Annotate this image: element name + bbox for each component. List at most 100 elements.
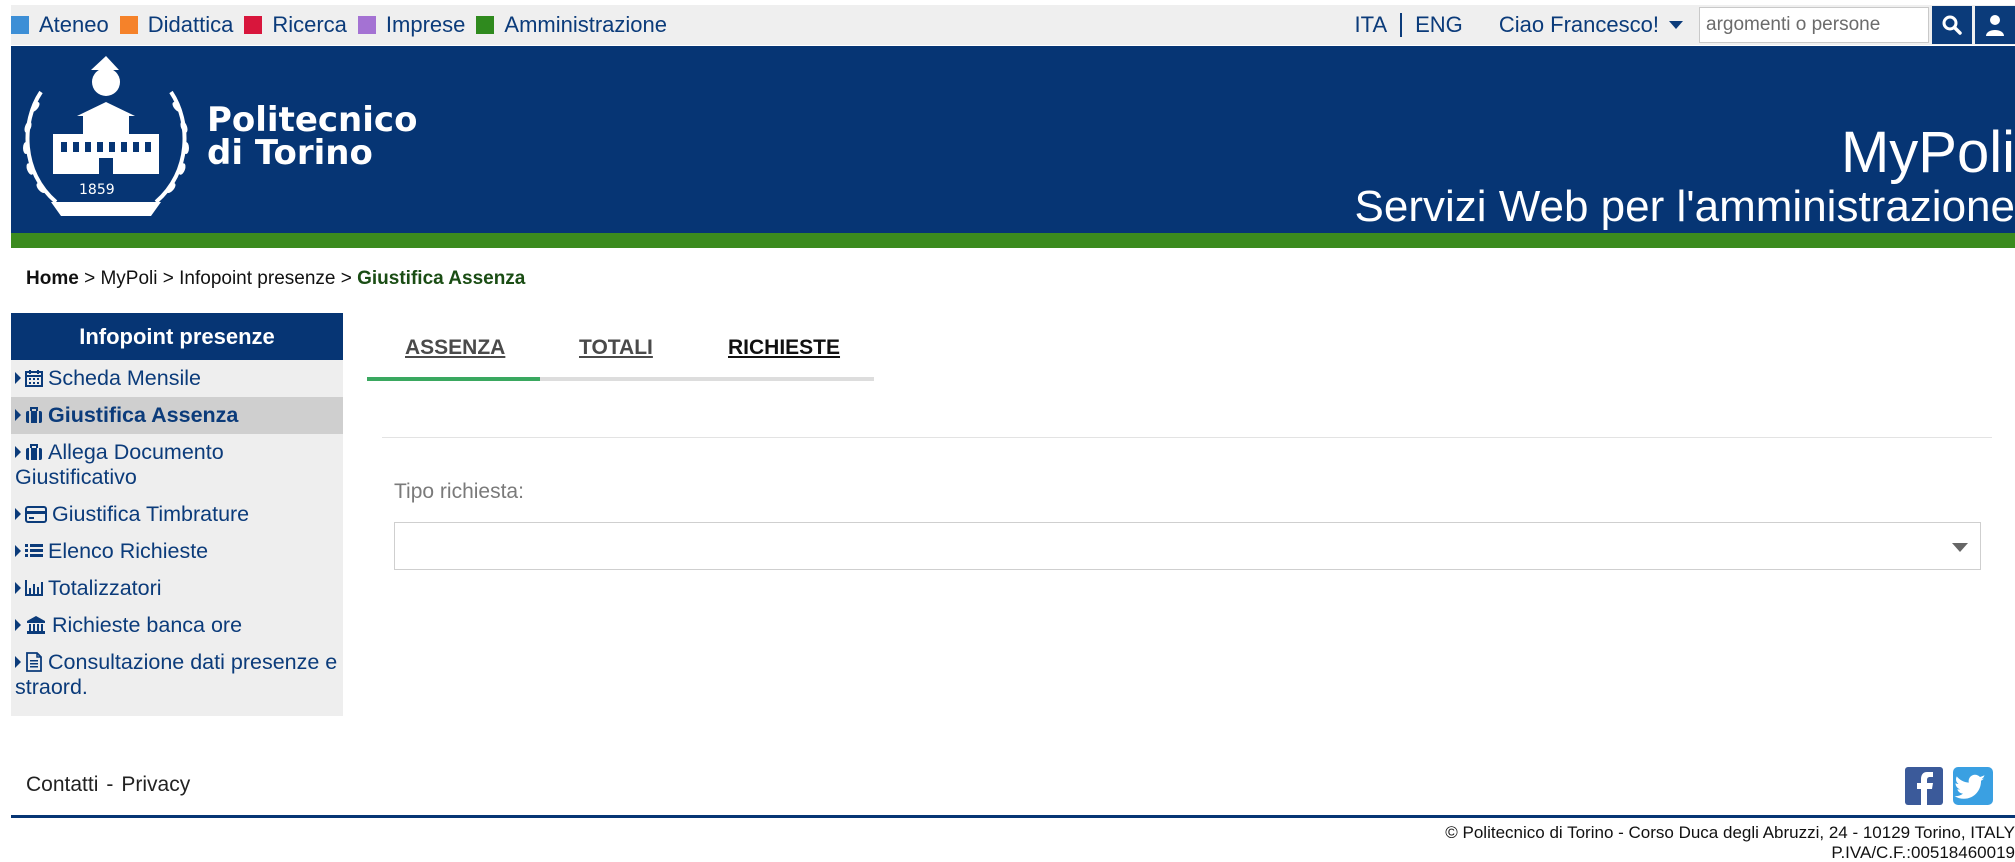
ateneo-square-icon (11, 16, 29, 34)
topnav-amministrazione[interactable]: Amministrazione (476, 12, 667, 38)
amministrazione-square-icon (476, 16, 495, 34)
user-greeting[interactable]: Ciao Francesco! (1499, 12, 1659, 38)
bank-icon (27, 616, 45, 634)
logo-line-2: di Torino (207, 133, 373, 173)
sidebar-item-label: Allega Documento Giustificativo (15, 440, 224, 489)
breadcrumb-infopoint[interactable]: Infopoint presenze (179, 268, 335, 289)
tipo-richiesta-select[interactable] (394, 522, 1981, 570)
caret-right-icon (15, 619, 21, 631)
twitter-button[interactable] (1953, 767, 1993, 805)
facebook-button[interactable] (1905, 767, 1943, 805)
credit-card-icon (25, 506, 47, 523)
search-icon (1942, 15, 1962, 35)
breadcrumb-sep: > (78, 268, 101, 289)
breadcrumb: Home > MyPoli > Infopoint presenze > Giu… (26, 268, 525, 290)
sidebar-item-giustifica-assenza[interactable]: Giustifica Assenza (11, 397, 343, 434)
calendar-icon (25, 370, 43, 387)
footer-dash: - (106, 773, 114, 796)
caret-right-icon (15, 446, 21, 458)
header-accent-bar (11, 233, 2015, 248)
bar-chart-icon (25, 580, 43, 596)
search-input[interactable] (1699, 7, 1929, 43)
tipo-richiesta-label: Tipo richiesta: (394, 480, 524, 503)
topnav-imprese-label[interactable]: Imprese (386, 12, 465, 38)
dropdown-arrow-icon[interactable] (1952, 543, 1968, 552)
breadcrumb-current: Giustifica Assenza (357, 268, 526, 289)
lang-divider (1400, 13, 1403, 37)
logo-wordmark[interactable]: Politecnico di Torino (207, 103, 417, 173)
sidebar-item-label: Richieste banca ore (52, 613, 243, 637)
sidebar-item-label: Consultazione dati presenze e straord. (15, 650, 338, 699)
user-icon (1986, 15, 2004, 36)
sidebar-item-allega-documento[interactable]: Allega Documento Giustificativo (11, 434, 343, 496)
facebook-icon (1917, 772, 1933, 805)
caret-right-icon (15, 582, 21, 594)
sidebar-item-label: Elenco Richieste (48, 539, 209, 563)
site-header: 1859 Politecnico di Torino MyPoli Serviz… (11, 46, 2015, 233)
tab-totali[interactable]: TOTALI (579, 336, 653, 360)
active-tab-indicator (367, 377, 540, 381)
topnav-imprese[interactable]: Imprese (357, 12, 465, 38)
sidebar-item-banca-ore[interactable]: Richieste banca ore (11, 607, 343, 644)
breadcrumb-sep: > (335, 268, 358, 289)
sidebar-item-label: Giustifica Assenza (48, 403, 239, 427)
caret-right-icon (15, 656, 21, 668)
tab-bar: ASSENZA TOTALI RICHIESTE (367, 332, 874, 381)
didattica-square-icon (119, 16, 138, 34)
topnav-ateneo-label[interactable]: Ateneo (39, 12, 109, 38)
imprese-square-icon (357, 16, 376, 34)
sidebar-item-label: Giustifica Timbrature (52, 502, 250, 526)
top-bar: Ateneo Didattica Ricerca Imprese Amminis… (11, 5, 2015, 45)
app-title: MyPoli (1840, 120, 2015, 185)
topnav-didattica-label[interactable]: Didattica (148, 12, 234, 38)
twitter-icon (1954, 774, 1986, 799)
sidebar: Infopoint presenze Scheda Mensile Giusti… (11, 313, 343, 716)
footer-divider (11, 815, 2015, 818)
sidebar-item-totalizzatori[interactable]: Totalizzatori (11, 570, 343, 607)
sidebar-item-consultazione-dati[interactable]: Consultazione dati presenze e straord. (11, 644, 343, 706)
footer-links: Contatti - Privacy (26, 773, 190, 797)
user-button[interactable] (1975, 6, 2015, 44)
sidebar-item-giustifica-timbrature[interactable]: Giustifica Timbrature (11, 496, 343, 533)
tab-assenza[interactable]: ASSENZA (405, 336, 505, 360)
tab-richieste[interactable]: RICHIESTE (728, 336, 840, 360)
politecnico-logo[interactable]: 1859 (11, 52, 201, 232)
topnav-didattica[interactable]: Didattica (119, 12, 234, 38)
logo-year: 1859 (79, 182, 115, 198)
breadcrumb-home[interactable]: Home (26, 268, 79, 289)
sidebar-item-label: Scheda Mensile (48, 366, 201, 390)
lang-ita-link[interactable]: ITA (1355, 12, 1388, 38)
top-right-tools: ITA ENG Ciao Francesco! (1355, 5, 2015, 45)
sidebar-item-scheda-mensile[interactable]: Scheda Mensile (11, 360, 343, 397)
social-links (1905, 767, 1993, 805)
content-divider (382, 437, 1992, 438)
footer-contatti-link[interactable]: Contatti (26, 773, 98, 796)
caret-right-icon (15, 409, 21, 421)
topnav-amministrazione-label[interactable]: Amministrazione (504, 12, 667, 38)
list-icon (25, 544, 43, 557)
topnav-ricerca-label[interactable]: Ricerca (272, 12, 347, 38)
briefcase-icon (26, 444, 42, 460)
sidebar-item-elenco-richieste[interactable]: Elenco Richieste (11, 533, 343, 570)
document-icon (26, 652, 42, 672)
ricerca-square-icon (244, 16, 263, 34)
search-button[interactable] (1932, 6, 1972, 44)
caret-right-icon (15, 545, 21, 557)
top-nav: Ateneo Didattica Ricerca Imprese Amminis… (11, 5, 678, 45)
breadcrumb-sep: > (157, 268, 180, 289)
politecnico-seal-icon (23, 56, 189, 216)
user-menu[interactable]: Ciao Francesco! (1499, 12, 1699, 38)
caret-right-icon (15, 372, 21, 384)
breadcrumb-mypoli[interactable]: MyPoli (100, 268, 157, 289)
footer-piva: P.IVA/C.F.:00518460019 (1831, 843, 2015, 862)
sidebar-title: Infopoint presenze (11, 313, 343, 360)
topnav-ricerca[interactable]: Ricerca (244, 12, 347, 38)
briefcase-icon (26, 407, 42, 423)
topnav-ateneo[interactable]: Ateneo (11, 12, 109, 38)
app-subtitle: Servizi Web per l'amministrazione (1354, 182, 2015, 231)
footer-copyright: © Politecnico di Torino - Corso Duca deg… (1445, 823, 2015, 842)
footer-privacy-link[interactable]: Privacy (121, 773, 190, 796)
chevron-down-icon[interactable] (1669, 21, 1683, 29)
caret-right-icon (15, 508, 21, 520)
lang-eng-link[interactable]: ENG (1415, 12, 1463, 38)
